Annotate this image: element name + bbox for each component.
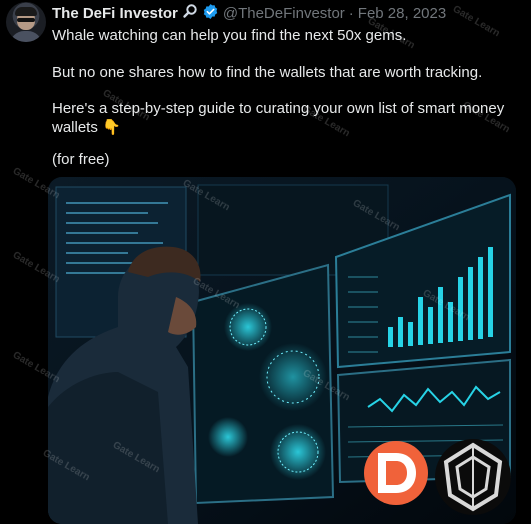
tweet[interactable]: The DeFi Investor @TheDeFinvestor · Feb … <box>0 0 531 524</box>
avatar[interactable] <box>6 2 46 42</box>
tweet-line: (for free) <box>52 151 110 168</box>
tweet-line: wallets 👇 <box>52 119 121 136</box>
avatar-body <box>10 31 42 42</box>
avatar-hair <box>15 7 37 16</box>
verified-badge-icon[interactable] <box>202 3 219 24</box>
author-name[interactable]: The DeFi Investor <box>52 5 178 22</box>
watermark: Gate Learn <box>450 3 502 40</box>
avatar-glasses <box>17 18 35 22</box>
tweet-line: Here's a step-by-step guide to curating … <box>52 100 505 117</box>
tweet-media-image[interactable] <box>48 177 516 524</box>
tweet-line: Whale watching can help you find the nex… <box>52 27 407 44</box>
tweet-header: The DeFi Investor @TheDeFinvestor · Feb … <box>52 3 446 23</box>
author-handle[interactable]: @TheDeFinvestor <box>223 5 345 22</box>
trading-desk-illustration <box>48 177 516 524</box>
tweet-line: But no one shares how to find the wallet… <box>52 64 483 81</box>
separator-dot: · <box>348 4 354 22</box>
tweet-date[interactable]: Feb 28, 2023 <box>358 5 446 22</box>
magnifier-icon <box>182 3 198 23</box>
db-logo-icon <box>364 441 428 505</box>
arkham-logo-icon <box>435 439 511 515</box>
